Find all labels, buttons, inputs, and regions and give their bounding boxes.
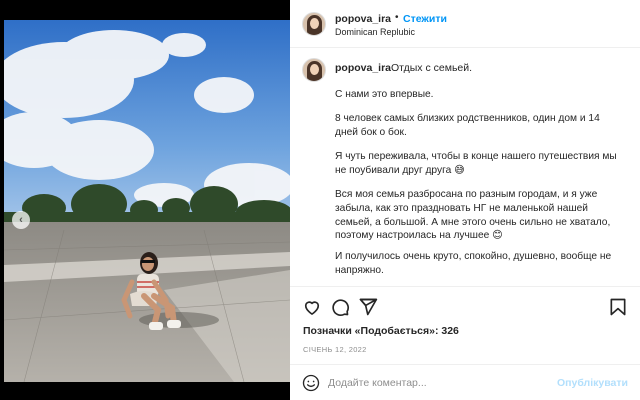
post-header: popova_ira • Стежити Dominican Replubic — [290, 0, 640, 48]
post-details-panel: popova_ira • Стежити Dominican Replubic … — [290, 0, 640, 400]
caption-paragraph: С нами это впервые. — [335, 89, 434, 100]
caption-paragraph: Я чуть переживала, чтобы в конце нашего … — [335, 151, 617, 176]
carousel-prev-button[interactable]: ‹ — [12, 211, 30, 229]
post-location[interactable]: Dominican Replubic — [335, 27, 415, 37]
caption-area: popova_ira Отдых с семьей. С нами это вп… — [290, 48, 640, 286]
author-username[interactable]: popova_ira — [335, 13, 391, 25]
caption-first-line: Отдых с семьей. — [391, 62, 473, 74]
separator-dot: • — [395, 12, 399, 23]
caption-paragraph: И получилось очень круто, спокойно, душе… — [335, 251, 612, 276]
author-avatar[interactable] — [302, 12, 326, 36]
comment-input[interactable] — [328, 374, 548, 392]
comment-icon[interactable] — [330, 297, 350, 317]
caption-paragraph: 8 человек самых близких родственников, о… — [335, 113, 600, 138]
comment-bar: Опублікувати — [290, 364, 640, 400]
caption-username[interactable]: popova_ira — [335, 62, 391, 74]
heart-icon[interactable] — [302, 297, 322, 317]
follow-button[interactable]: Стежити — [403, 13, 447, 25]
caption-paragraph: Вся моя семья разбросана по разным город… — [335, 189, 611, 242]
caption-avatar[interactable] — [302, 58, 326, 82]
bookmark-icon[interactable] — [608, 297, 628, 317]
post-photo[interactable]: ‹ — [4, 20, 290, 382]
post-date[interactable]: СІЧЕНЬ 12, 2022 — [303, 345, 367, 354]
chevron-left-icon: ‹ — [19, 214, 23, 226]
emoji-icon[interactable] — [302, 374, 320, 392]
publish-button[interactable]: Опублікувати — [557, 377, 628, 389]
share-icon[interactable] — [358, 297, 378, 317]
photo-scene — [4, 20, 290, 382]
likes-count[interactable]: Позначки «Подобається»: 326 — [303, 325, 459, 337]
